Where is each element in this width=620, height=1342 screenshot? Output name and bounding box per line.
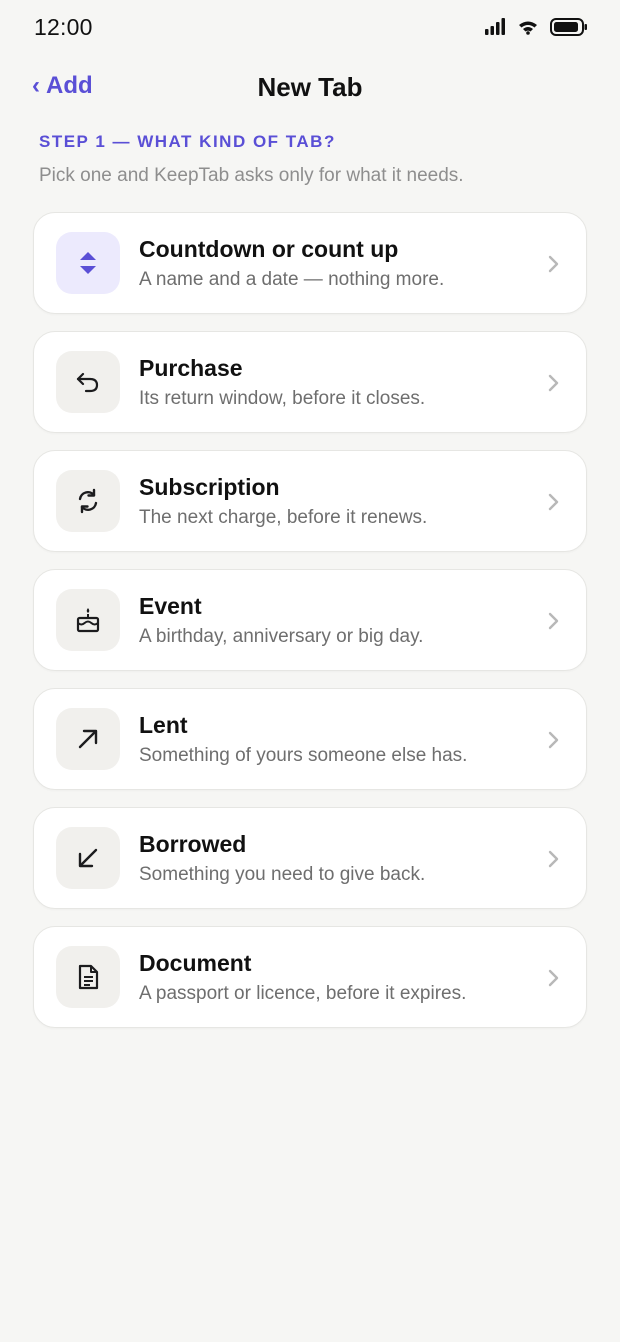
refresh-icon (78, 488, 98, 514)
battery-icon (550, 18, 587, 36)
option-icon-container (56, 827, 120, 889)
option-text: Countdown or count up A name and a date … (139, 236, 444, 291)
step-hint: Pick one and KeepTab asks only for what … (39, 165, 464, 186)
up-down-arrows-icon (80, 252, 96, 274)
option-icon-container (56, 708, 120, 770)
arrow-down-left-icon (78, 848, 98, 868)
option-description: The next charge, before it renews. (139, 506, 428, 528)
option-text: Borrowed Something you need to give back… (139, 831, 425, 886)
option-title: Borrowed (139, 830, 247, 857)
option-description: A name and a date — nothing more. (139, 268, 445, 290)
option-description: Its return window, before it closes. (139, 387, 426, 409)
option-description: Something of yours someone else has. (139, 744, 468, 766)
option-text: Purchase Its return window, before it cl… (139, 355, 425, 410)
option-purchase[interactable]: Purchase Its return window, before it cl… (33, 331, 587, 433)
option-icon-container (56, 351, 120, 413)
chevron-right-icon (548, 969, 559, 987)
document-icon (78, 964, 99, 990)
option-countdown[interactable]: Countdown or count up A name and a date … (33, 212, 587, 314)
option-event[interactable]: Event A birthday, anniversary or big day… (33, 569, 587, 671)
option-description: A birthday, anniversary or big day. (139, 625, 424, 647)
chevron-right-icon (548, 612, 559, 630)
page-title: New Tab (257, 72, 363, 102)
option-icon-container (56, 470, 120, 532)
chevron-right-icon (548, 731, 559, 749)
option-text: Subscription The next charge, before it … (139, 474, 427, 529)
option-icon-container (56, 232, 120, 294)
option-title: Lent (139, 711, 188, 738)
option-icon-container (56, 946, 120, 1008)
step-label: STEP 1 — WHAT KIND OF TAB? (39, 132, 336, 151)
option-document[interactable]: Document A passport or licence, before i… (33, 926, 587, 1028)
option-description: Something you need to give back. (139, 863, 426, 885)
tab-type-list: Countdown or count up A name and a date … (33, 212, 587, 1045)
cake-icon (76, 608, 100, 633)
option-description: A passport or licence, before it expires… (139, 982, 467, 1004)
nav-bar: ‹ Add New Tab (0, 66, 620, 112)
option-subscription[interactable]: Subscription The next charge, before it … (33, 450, 587, 552)
option-icon-container (56, 589, 120, 651)
option-borrowed[interactable]: Borrowed Something you need to give back… (33, 807, 587, 909)
cellular-signal-icon (485, 18, 505, 35)
status-time: 12:00 (34, 14, 93, 40)
option-title: Purchase (139, 354, 243, 381)
chevron-right-icon (548, 374, 559, 392)
wifi-icon (519, 21, 537, 35)
option-text: Event A birthday, anniversary or big day… (139, 593, 423, 648)
option-title: Countdown or count up (139, 235, 399, 262)
option-title: Subscription (139, 473, 280, 500)
status-bar: 12:00 (0, 0, 620, 56)
status-icons (484, 18, 588, 36)
chevron-right-icon (548, 255, 559, 273)
return-arrow-icon (76, 372, 99, 393)
option-text: Lent Something of yours someone else has… (139, 712, 467, 767)
option-title: Event (139, 592, 202, 619)
option-lent[interactable]: Lent Something of yours someone else has… (33, 688, 587, 790)
option-title: Document (139, 949, 252, 976)
option-text: Document A passport or licence, before i… (139, 950, 466, 1005)
chevron-right-icon (548, 493, 559, 511)
arrow-up-right-icon (78, 729, 98, 749)
chevron-right-icon (548, 850, 559, 868)
